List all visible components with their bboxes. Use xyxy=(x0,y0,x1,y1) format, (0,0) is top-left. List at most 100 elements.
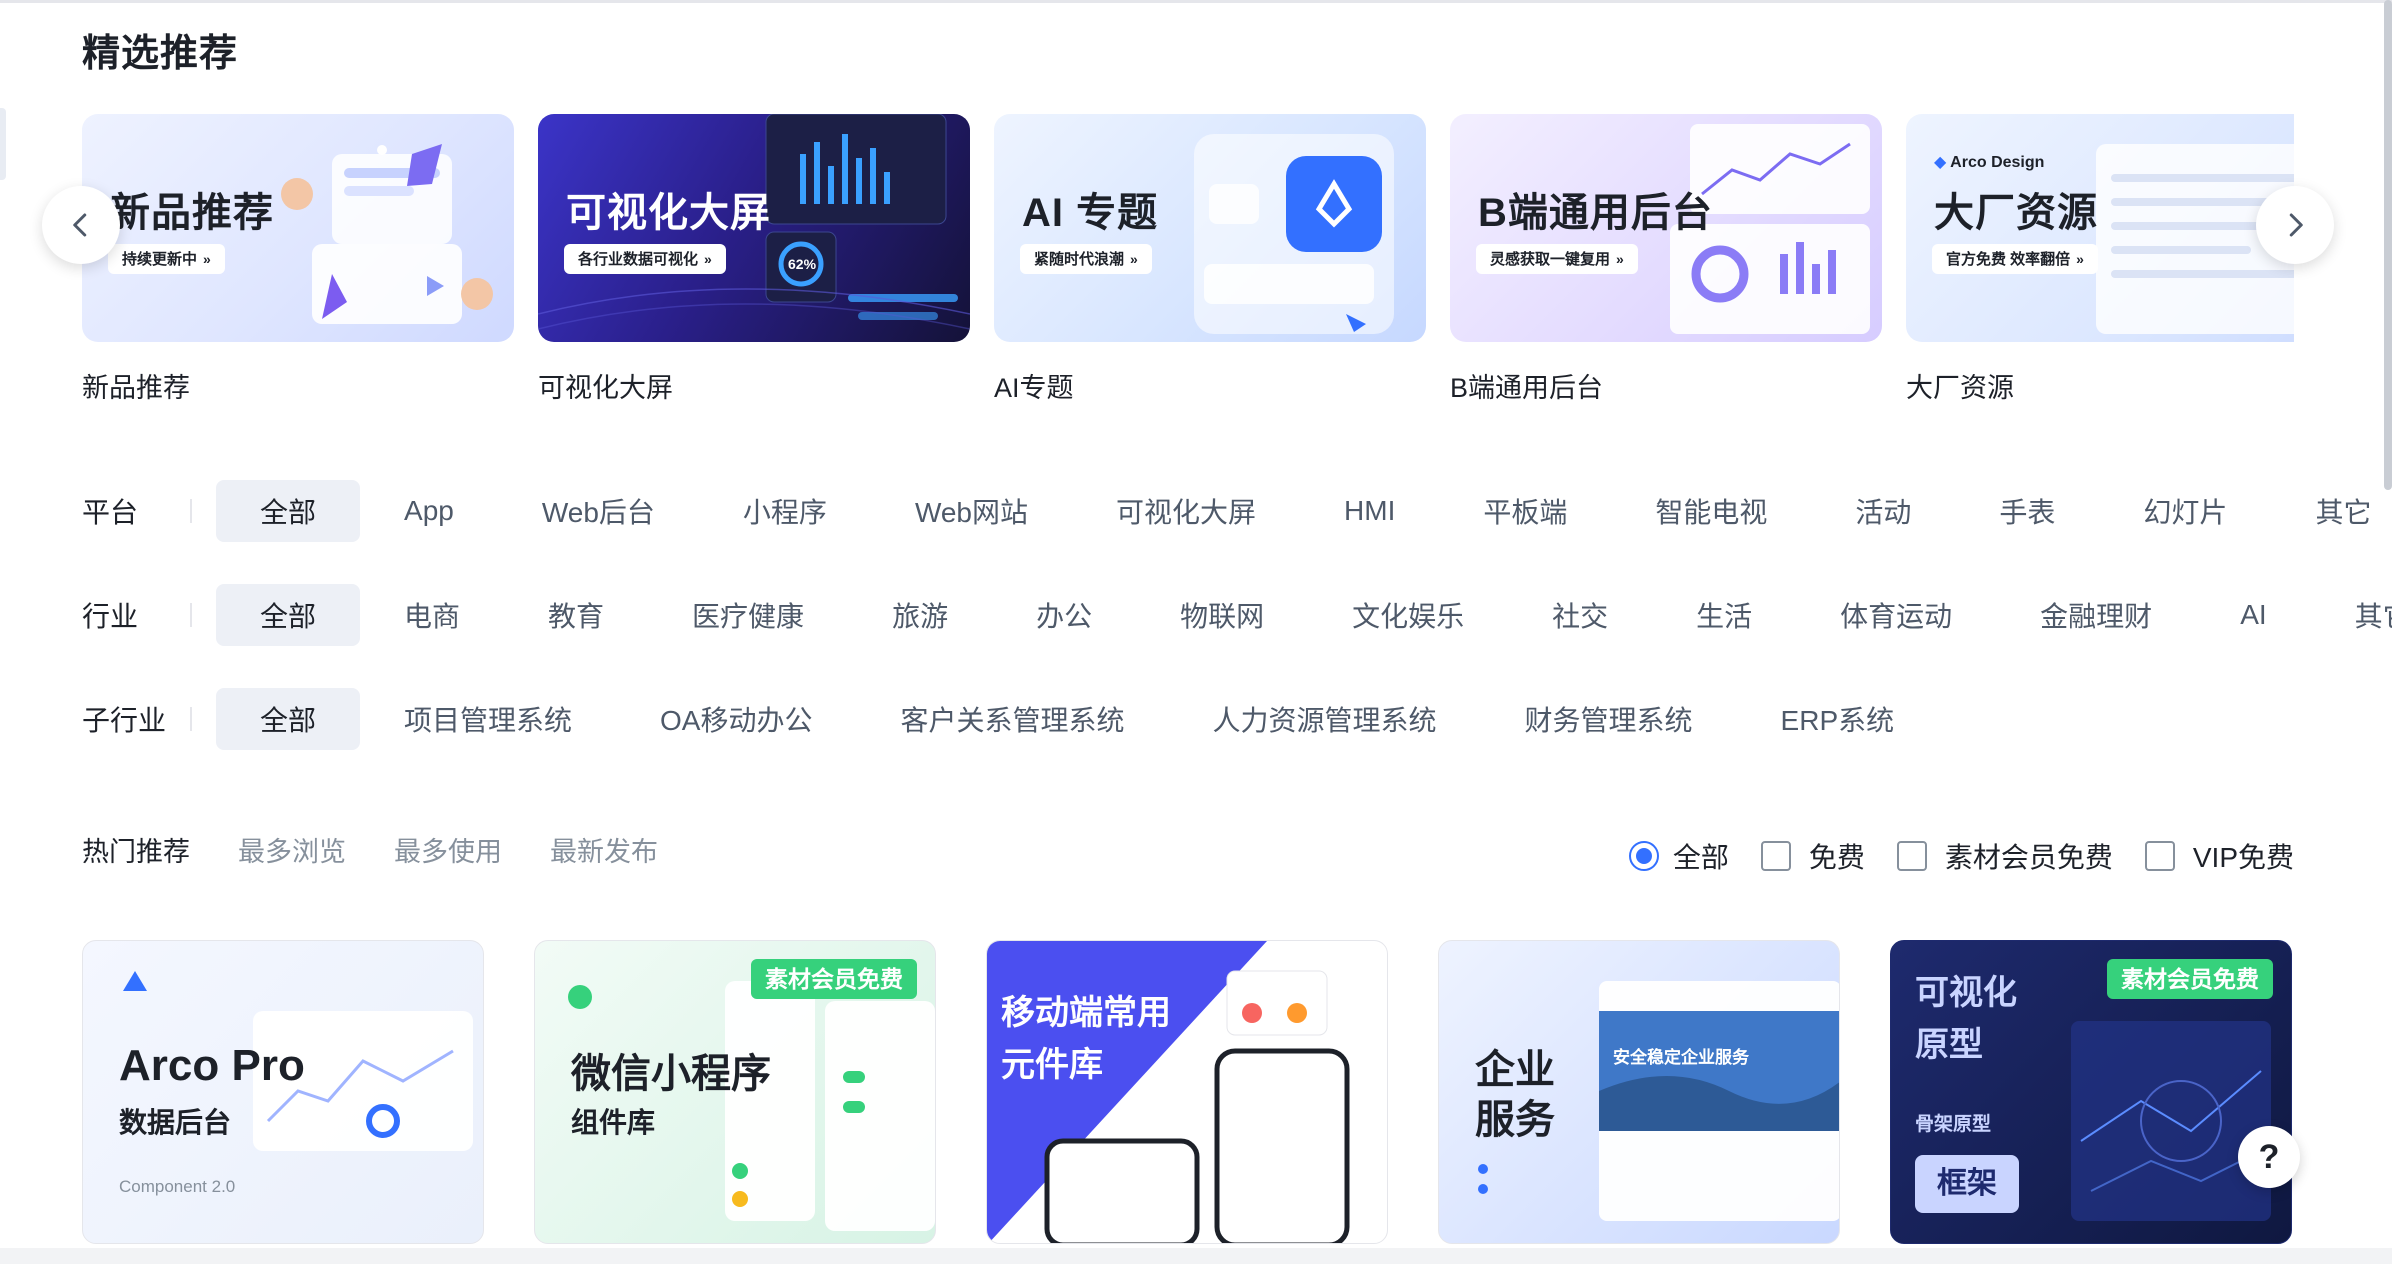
platform-chip[interactable]: 活动 xyxy=(1811,480,1955,542)
banner-tag: 持续更新中 » xyxy=(108,244,225,274)
frame-button[interactable]: 框架 xyxy=(1915,1155,2019,1213)
platform-chip[interactable]: 全部 xyxy=(216,480,361,542)
tab-newest[interactable]: 最新发布 xyxy=(550,830,658,869)
sub-industry-chip[interactable]: OA移动办公 xyxy=(616,688,856,750)
tab-most-viewed[interactable]: 最多浏览 xyxy=(238,830,346,869)
industry-chip[interactable]: 生活 xyxy=(1652,584,1796,646)
brand-text: Arco Design xyxy=(1950,154,2045,171)
gauge-value: 62% xyxy=(788,256,817,272)
sub-industry-filter-label: 子行业 xyxy=(82,705,167,736)
platform-chip[interactable]: Web网站 xyxy=(871,480,1072,542)
banner-big-company-resources[interactable]: ◆ Arco Design 大厂资源 官方免费 效率翻倍 » 大厂资源 xyxy=(1906,114,2294,403)
sub-industry-chip-list: 全部 项目管理系统 OA移动办公 客户关系管理系统 人力资源管理系统 财务管理系统 ERP系… xyxy=(216,688,1938,750)
template-card[interactable]: Arco Pro 数据后台 Component 2.0 xyxy=(82,940,484,1244)
type-all-option[interactable]: 全部 xyxy=(1628,836,1729,876)
industry-chip[interactable]: 教育 xyxy=(504,584,648,646)
type-free-option[interactable]: 免费 xyxy=(1760,836,1865,876)
sub-industry-chip[interactable]: 财务管理系统 xyxy=(1481,688,1737,750)
banner-tag: 灵感获取一键复用 » xyxy=(1476,244,1638,274)
carousel-next-button[interactable] xyxy=(2256,186,2334,264)
carousel-prev-button[interactable] xyxy=(42,186,120,264)
industry-chip[interactable]: AI xyxy=(2196,584,2310,646)
platform-chip[interactable]: 小程序 xyxy=(699,480,871,542)
industry-filter-row: 行业 全部电商教育医疗健康旅游办公物联网文化娱乐社交生活体育运动金融理财AI其它 xyxy=(82,584,2392,646)
top-border xyxy=(0,0,2392,3)
industry-chip[interactable]: 体育运动 xyxy=(1796,584,1996,646)
banner-tag-text: 持续更新中 xyxy=(122,251,198,268)
platform-chip[interactable]: Web后台 xyxy=(498,480,699,542)
banner-caption[interactable]: B端通用后台 xyxy=(1450,366,1603,405)
sub-industry-chip[interactable]: 人力资源管理系统 xyxy=(1169,688,1481,750)
platform-chip[interactable]: 智能电视 xyxy=(1611,480,1811,542)
industry-chip[interactable]: 全部 xyxy=(216,584,361,646)
banner-headline: B端通用后台 xyxy=(1478,191,1713,235)
template-card[interactable]: 安全稳定企业服务 企业 服务 xyxy=(1438,940,1840,1244)
banner-caption[interactable]: 可视化大屏 xyxy=(538,366,673,405)
platform-filter-row: 平台 全部 App Web后台 小程序 Web网站 可视化大屏 HMI 平板端 智能电视 活动 手表… xyxy=(82,480,2371,542)
industry-chip[interactable]: 文化娱乐 xyxy=(1308,584,1508,646)
type-member-free-option[interactable]: 素材会员免费 xyxy=(1896,836,2113,876)
template-card[interactable]: 移动端常用 元件库 xyxy=(986,940,1388,1244)
type-vip-free-option[interactable]: VIP免费 xyxy=(2144,836,2294,876)
industry-chip[interactable]: 医疗健康 xyxy=(648,584,848,646)
banner-ai-topic[interactable]: AI 专题 紧随时代浪潮 » AI专题 xyxy=(994,114,1426,403)
radio-checked-icon[interactable] xyxy=(1628,841,1659,871)
banner-visualization-screen[interactable]: 62% 可视化大屏 各行业数据可视化 » 可视化大屏 xyxy=(538,114,970,403)
banner-caption[interactable]: AI专题 xyxy=(994,366,1074,405)
sub-industry-chip[interactable]: 全部 xyxy=(216,688,361,750)
help-button[interactable]: ? xyxy=(2238,1126,2300,1188)
banner-new-products[interactable]: 新品推荐 持续更新中 » 新品推荐 xyxy=(82,114,514,403)
tab-hot[interactable]: 热门推荐 xyxy=(82,830,190,869)
sort-tabs: 热门推荐 最多浏览 最多使用 最新发布 xyxy=(82,830,706,869)
banner-image[interactable]: 62% 可视化大屏 各行业数据可视化 » xyxy=(538,114,970,342)
arco-logo-icon: ◆ xyxy=(1934,154,1947,171)
banner-image[interactable]: ◆ Arco Design 大厂资源 官方免费 效率翻倍 » xyxy=(1906,114,2294,342)
platform-chip[interactable]: 其它 xyxy=(2271,480,2392,542)
side-drawer-handle[interactable] xyxy=(0,108,6,180)
member-free-badge: 素材会员免费 xyxy=(2107,959,2273,999)
banner-image[interactable]: AI 专题 紧随时代浪潮 » xyxy=(994,114,1426,342)
tab-most-used[interactable]: 最多使用 xyxy=(394,830,502,869)
industry-chip[interactable]: 金融理财 xyxy=(1996,584,2196,646)
template-card[interactable]: 素材会员免费 可视化 原型 骨架原型 框架 xyxy=(1890,940,2292,1244)
industry-chip[interactable]: 办公 xyxy=(992,584,1136,646)
template-card[interactable]: 素材会员免费 微信小程序 组件库 xyxy=(534,940,936,1244)
checkbox[interactable] xyxy=(1760,841,1791,871)
banner-image[interactable]: B端通用后台 灵感获取一键复用 » xyxy=(1450,114,1882,342)
checkbox[interactable] xyxy=(2144,841,2175,871)
industry-filter-label: 行业 xyxy=(82,601,139,632)
sub-industry-chip[interactable]: ERP系统 xyxy=(1737,688,1939,750)
checkbox[interactable] xyxy=(1896,841,1927,871)
sub-industry-chip[interactable]: 客户关系管理系统 xyxy=(857,688,1169,750)
industry-chip[interactable]: 电商 xyxy=(360,584,504,646)
type-free-label: 免费 xyxy=(1808,842,1865,873)
card-title: Arco Pro xyxy=(119,1041,305,1090)
price-type-filter: 全部 免费 素材会员免费 VIP免费 xyxy=(1597,836,2294,876)
banner-tag: 官方免费 效率翻倍 » xyxy=(1932,244,2098,274)
card-title: 移动端常用 xyxy=(1001,994,1171,1032)
double-chevron-right-icon: » xyxy=(1130,251,1138,267)
industry-chip[interactable]: 物联网 xyxy=(1136,584,1308,646)
scrollbar[interactable] xyxy=(2384,0,2392,490)
banner-headline: 大厂资源 xyxy=(1934,191,2098,235)
bottom-strip xyxy=(0,1248,2392,1264)
platform-chip[interactable]: App xyxy=(360,480,498,542)
platform-chip[interactable]: 可视化大屏 xyxy=(1072,480,1300,542)
platform-chip[interactable]: 幻灯片 xyxy=(2099,480,2271,542)
banner-tag: 各行业数据可视化 » xyxy=(564,244,726,274)
industry-chip[interactable]: 其它 xyxy=(2311,584,2392,646)
sub-industry-chip[interactable]: 项目管理系统 xyxy=(360,688,616,750)
industry-chip[interactable]: 社交 xyxy=(1508,584,1652,646)
platform-chip[interactable]: HMI xyxy=(1300,480,1439,542)
banner-b-end-admin[interactable]: B端通用后台 灵感获取一键复用 » B端通用后台 xyxy=(1450,114,1882,403)
banner-image[interactable]: 新品推荐 持续更新中 » xyxy=(82,114,514,342)
brand-label: ◆ Arco Design xyxy=(1934,152,2044,172)
chevron-left-icon xyxy=(73,213,87,237)
banner-caption[interactable]: 大厂资源 xyxy=(1906,366,2014,405)
platform-chip[interactable]: 手表 xyxy=(1955,480,2099,542)
filter-divider xyxy=(190,603,192,627)
filter-divider xyxy=(190,707,192,731)
banner-caption[interactable]: 新品推荐 xyxy=(82,366,190,405)
industry-chip[interactable]: 旅游 xyxy=(848,584,992,646)
platform-chip[interactable]: 平板端 xyxy=(1439,480,1611,542)
